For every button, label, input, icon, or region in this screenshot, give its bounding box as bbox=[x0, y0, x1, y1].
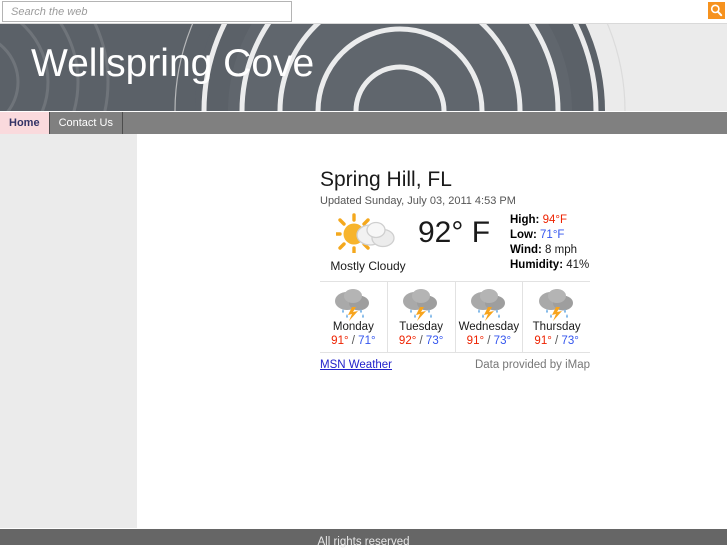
weather-stat-humidity-label: Humidity: bbox=[510, 259, 564, 271]
weather-footer: MSN Weather Data provided by iMap bbox=[320, 359, 590, 377]
forecast-day-wednesday-temps: 91° / 73° bbox=[456, 335, 523, 347]
forecast-low: 73° bbox=[425, 335, 444, 347]
weather-stat-humidity-value: 41% bbox=[566, 259, 590, 271]
thunderstorm-icon bbox=[320, 288, 387, 321]
nav-item-contact-us[interactable]: Contact Us bbox=[49, 112, 123, 134]
weather-condition-label: Mostly Cloudy bbox=[330, 259, 406, 273]
weather-divider-bottom bbox=[320, 352, 590, 353]
nav-item-home-label: Home bbox=[9, 117, 40, 129]
site-banner: Wellspring Cove bbox=[0, 24, 727, 111]
search-input-placeholder: Search the web bbox=[11, 6, 88, 18]
weather-updated-timestamp: Updated Sunday, July 03, 2011 4:53 PM bbox=[320, 195, 516, 207]
footer-copyright-text: All rights reserved bbox=[317, 536, 410, 548]
weather-stat-low: Low: 71°F bbox=[510, 228, 589, 243]
weather-stat-high: High: 94°F bbox=[510, 213, 589, 228]
weather-data-credit: Data provided by iMap bbox=[474, 359, 590, 371]
weather-city: Spring Hill, FL bbox=[320, 168, 452, 191]
forecast-high: 91° bbox=[466, 335, 485, 347]
weather-forecast: Monday 91° / 71° Tuesday 92° / 73° Wedne… bbox=[320, 282, 590, 352]
forecast-day-monday-name: Monday bbox=[332, 321, 374, 333]
forecast-high: 91° bbox=[331, 335, 349, 347]
forecast-low: 73° bbox=[493, 335, 512, 347]
page-title: Wellspring Cove bbox=[31, 42, 315, 85]
weather-stat-wind-value: 8 mph bbox=[545, 244, 577, 256]
weather-stats: High: 94°F Low: 71°F Wind: 8 mph Humidit… bbox=[510, 213, 589, 273]
forecast-high: 92° bbox=[398, 335, 417, 347]
left-sidebar bbox=[0, 134, 137, 528]
search-icon[interactable] bbox=[708, 2, 725, 19]
weather-stat-high-label: High: bbox=[510, 214, 540, 226]
forecast-day-thursday-name: Thursday bbox=[532, 321, 581, 333]
forecast-high: 91° bbox=[534, 335, 552, 347]
forecast-separator: / bbox=[351, 335, 355, 347]
weather-stat-high-value: 94°F bbox=[542, 214, 568, 226]
weather-stat-low-label: Low: bbox=[510, 229, 537, 241]
weather-widget: Spring Hill, FL Updated Sunday, July 03,… bbox=[320, 168, 590, 377]
forecast-day-wednesday-name: Wednesday bbox=[458, 321, 520, 333]
thunderstorm-icon bbox=[456, 288, 523, 321]
forecast-low: 71° bbox=[358, 335, 376, 347]
weather-stat-wind: Wind: 8 mph bbox=[510, 243, 589, 258]
nav-item-home[interactable]: Home bbox=[0, 112, 50, 134]
weather-current-temperature: 92° F bbox=[418, 216, 491, 249]
forecast-day-tuesday-temps: 92° / 73° bbox=[388, 335, 455, 347]
forecast-day-wednesday: Wednesday 91° / 73° bbox=[456, 282, 524, 352]
weather-stat-humidity: Humidity: 41% bbox=[510, 258, 589, 273]
forecast-day-tuesday: Tuesday 92° / 73° bbox=[388, 282, 456, 352]
main-navigation: Home Contact Us bbox=[0, 111, 727, 134]
forecast-low: 73° bbox=[561, 335, 579, 347]
weather-current-conditions: Mostly Cloudy 92° F High: 94°F Low: 71°F… bbox=[320, 213, 590, 279]
forecast-separator: / bbox=[487, 335, 491, 347]
nav-item-contact-us-label: Contact Us bbox=[58, 117, 113, 129]
thunderstorm-icon bbox=[388, 288, 455, 321]
sun-behind-cloud-icon bbox=[320, 213, 416, 255]
thunderstorm-icon bbox=[523, 288, 590, 321]
forecast-separator: / bbox=[419, 335, 423, 347]
nav-list: Home Contact Us bbox=[0, 112, 123, 134]
page-footer: All rights reserved bbox=[0, 528, 727, 548]
forecast-day-thursday-temps: 91° / 73° bbox=[523, 335, 590, 347]
browser-search-toolbar: Search the web bbox=[0, 0, 727, 24]
forecast-day-tuesday-name: Tuesday bbox=[399, 321, 443, 333]
forecast-day-monday: Monday 91° / 71° bbox=[320, 282, 388, 352]
weather-stat-low-value: 71°F bbox=[540, 229, 565, 241]
forecast-day-monday-temps: 91° / 71° bbox=[320, 335, 387, 347]
msn-weather-link[interactable]: MSN Weather bbox=[320, 359, 392, 371]
main-content: Spring Hill, FL Updated Sunday, July 03,… bbox=[137, 134, 727, 528]
search-input-wrapper[interactable]: Search the web bbox=[2, 1, 292, 22]
weather-stat-wind-label: Wind: bbox=[510, 244, 542, 256]
weather-condition-block: Mostly Cloudy bbox=[320, 213, 416, 273]
forecast-day-thursday: Thursday 91° / 73° bbox=[523, 282, 590, 352]
forecast-separator: / bbox=[555, 335, 559, 347]
